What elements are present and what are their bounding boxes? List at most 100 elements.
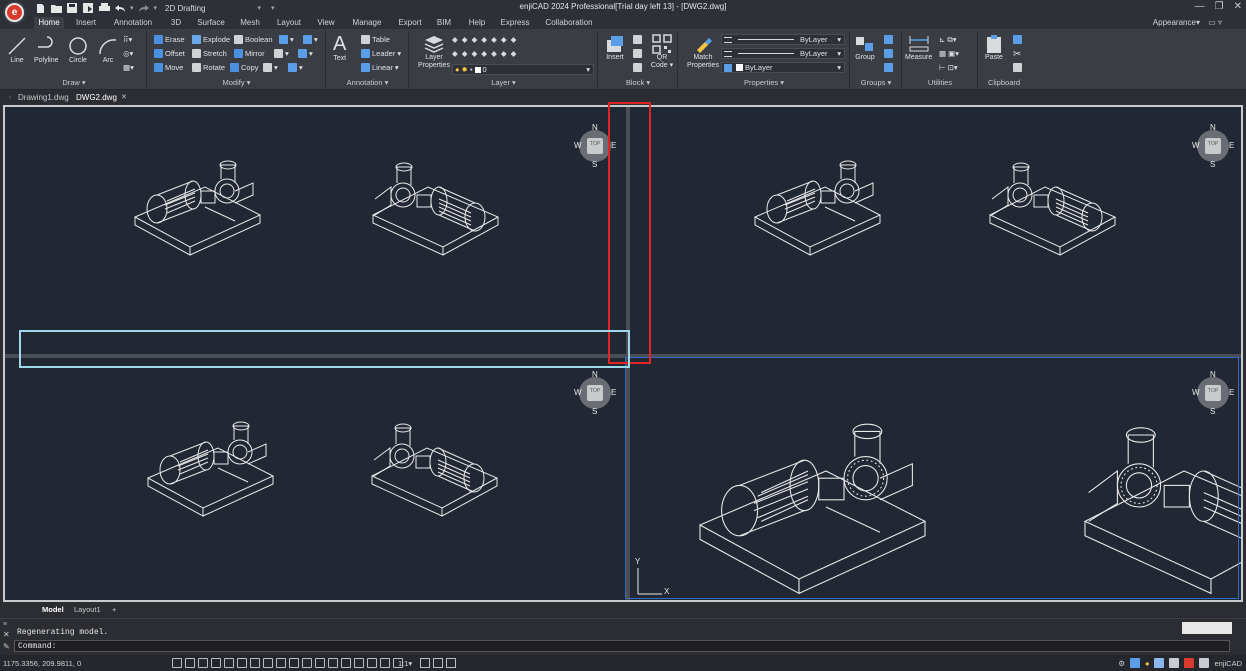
snap-toggle-icon[interactable] xyxy=(185,658,195,668)
3d-osnap-icon[interactable] xyxy=(341,658,351,668)
annotation-panel-title[interactable]: Annotation ▾ xyxy=(327,78,408,87)
erase-button[interactable]: Erase xyxy=(154,35,185,44)
otrack-toggle-icon[interactable] xyxy=(263,658,273,668)
color-dropdown[interactable]: ByLayer ▾ xyxy=(721,34,845,45)
mirror-button[interactable]: Mirror xyxy=(234,49,265,58)
move-button[interactable]: Move xyxy=(154,63,183,72)
doc-tab-drawing1[interactable]: Drawing1.dwg xyxy=(15,92,72,104)
break-button[interactable]: ▾ xyxy=(263,63,278,72)
viewcube-top-right[interactable]: TOP N S E W xyxy=(1191,121,1235,169)
annotation-monitor-icon[interactable] xyxy=(354,658,364,668)
block-panel-title[interactable]: Block ▾ xyxy=(599,78,677,87)
groups-panel-title[interactable]: Groups ▾ xyxy=(851,78,901,87)
list-icon[interactable]: ▦ ▣▾ xyxy=(939,49,959,58)
array-button[interactable]: ▾ xyxy=(279,35,294,44)
leader-button[interactable]: Leader ▾ xyxy=(361,49,401,58)
layer-properties-button[interactable]: Layer Properties xyxy=(414,34,454,70)
isolate-objects-icon[interactable] xyxy=(1154,658,1165,668)
annotation-visibility-icon[interactable] xyxy=(420,658,430,668)
tab-model[interactable]: Model xyxy=(38,604,68,615)
explode-button[interactable]: Explode xyxy=(192,35,230,44)
restore-button[interactable]: ❐ xyxy=(1215,1,1224,12)
circle-button[interactable]: Circle xyxy=(67,35,89,65)
layer-tools-row-1[interactable]: ◆◆◆◆◆◆◆ xyxy=(452,35,520,44)
viewport-top-left[interactable] xyxy=(5,107,626,354)
tab-bim[interactable]: BIM xyxy=(435,17,453,29)
rotate-button[interactable]: Rotate xyxy=(192,63,225,72)
annotation-scale[interactable]: 1:1▾ xyxy=(398,659,412,668)
viewport-top-right[interactable] xyxy=(630,107,1241,354)
infer-toggle-icon[interactable] xyxy=(198,658,208,668)
boolean-button[interactable]: Boolean xyxy=(234,35,273,44)
isodraft-toggle-icon[interactable] xyxy=(237,658,247,668)
clipboard-panel-title[interactable]: Clipboard xyxy=(979,78,1029,87)
match-properties-button[interactable]: Match Properties xyxy=(683,34,723,70)
ungroup-icon[interactable] xyxy=(884,35,893,44)
viewcube-bottom-left[interactable]: TOP N S E W xyxy=(573,368,617,416)
viewport-bottom-left[interactable] xyxy=(5,358,626,600)
tab-mesh[interactable]: Mesh xyxy=(238,17,262,29)
app-menu-button[interactable]: e xyxy=(3,1,26,24)
dist-icon[interactable]: ⊢ ⊡▾ xyxy=(939,63,958,72)
tab-annotation[interactable]: Annotation xyxy=(110,17,156,29)
doc-tab-close-icon[interactable]: ✕ xyxy=(118,92,130,104)
command-close-icon[interactable]: ✕ xyxy=(3,630,10,639)
tab-surface[interactable]: Surface xyxy=(195,17,227,29)
osnap-toggle-icon[interactable] xyxy=(250,658,260,668)
layer-panel-title[interactable]: Layer ▾ xyxy=(410,78,597,87)
hardware-accel-icon[interactable]: ● xyxy=(1145,659,1150,668)
settings-gear-icon[interactable]: ⚙ xyxy=(1118,659,1125,668)
copy-base-icon[interactable] xyxy=(1013,63,1022,72)
hatch-icon[interactable]: ▦▾ xyxy=(123,63,134,72)
copy-clip-icon[interactable] xyxy=(1013,35,1022,44)
properties-panel-title[interactable]: Properties ▾ xyxy=(679,78,849,87)
tab-collaboration[interactable]: Collaboration xyxy=(543,17,595,29)
workspace-icon[interactable] xyxy=(1129,658,1140,668)
tab-layout[interactable]: Layout xyxy=(274,17,304,29)
modify-panel-title[interactable]: Modify ▾ xyxy=(148,78,325,87)
scale-button[interactable]: ▾ xyxy=(288,63,303,72)
command-input[interactable]: Command: xyxy=(14,640,1230,652)
trim-button[interactable]: ▾ xyxy=(298,49,313,58)
tab-export[interactable]: Export xyxy=(396,17,424,29)
cut-icon[interactable]: ✂ xyxy=(1013,49,1021,60)
doc-tab-dwg2[interactable]: DWG2.dwg xyxy=(73,92,120,104)
add-layout-button[interactable]: + xyxy=(108,604,120,615)
auto-scale-icon[interactable] xyxy=(433,658,443,668)
polyline-button[interactable]: Polyline xyxy=(34,35,59,65)
command-grip-icon[interactable]: ≡ xyxy=(3,621,7,628)
group-select-icon[interactable] xyxy=(884,63,893,72)
text-button[interactable]: A Text xyxy=(333,33,346,63)
ellipse-icon[interactable]: ◎▾ xyxy=(123,49,133,58)
linetype-dropdown[interactable]: ByLayer ▾ xyxy=(721,48,845,59)
appearance-menu[interactable]: Appearance▾ ▭ ▿ xyxy=(1153,18,1222,27)
group-edit-icon[interactable] xyxy=(884,49,893,58)
grid-toggle-icon[interactable] xyxy=(172,658,182,668)
measure-button[interactable]: Measure xyxy=(905,34,932,62)
tab-express[interactable]: Express xyxy=(500,17,530,29)
tab-view[interactable]: View xyxy=(315,17,337,29)
line-button[interactable]: Line xyxy=(6,35,28,65)
block-attribute-icon[interactable] xyxy=(633,63,642,72)
quick-properties-icon[interactable] xyxy=(380,658,390,668)
layer-tools-row-2[interactable]: ◆◆◆◆◆◆◆ xyxy=(452,49,520,58)
ortho-toggle-icon[interactable] xyxy=(211,658,221,668)
offset-button[interactable]: Offset xyxy=(154,49,185,58)
copy-button[interactable]: Copy xyxy=(230,63,259,72)
close-button[interactable]: ✕ xyxy=(1234,1,1242,12)
grid-display-icon[interactable] xyxy=(446,658,456,668)
align-button[interactable]: ▾ xyxy=(303,35,318,44)
tab-manage[interactable]: Manage xyxy=(350,17,384,29)
paste-button[interactable]: Paste xyxy=(984,34,1004,62)
arc-button[interactable]: Arc xyxy=(97,35,119,65)
command-tool-icon[interactable]: ✎ xyxy=(3,642,10,651)
insert-block-button[interactable]: Insert xyxy=(605,34,625,62)
dyn-toggle-icon[interactable] xyxy=(289,658,299,668)
create-block-icon[interactable] xyxy=(633,35,642,44)
clean-screen-icon[interactable] xyxy=(1169,658,1180,668)
table-button[interactable]: Table xyxy=(361,35,390,44)
notifications-icon[interactable] xyxy=(1184,658,1195,668)
tab-insert[interactable]: Insert xyxy=(72,17,100,29)
layer-dropdown[interactable]: ● ✹ ▪ 0 ▾ xyxy=(452,64,594,75)
tab-home[interactable]: Home xyxy=(34,17,64,29)
